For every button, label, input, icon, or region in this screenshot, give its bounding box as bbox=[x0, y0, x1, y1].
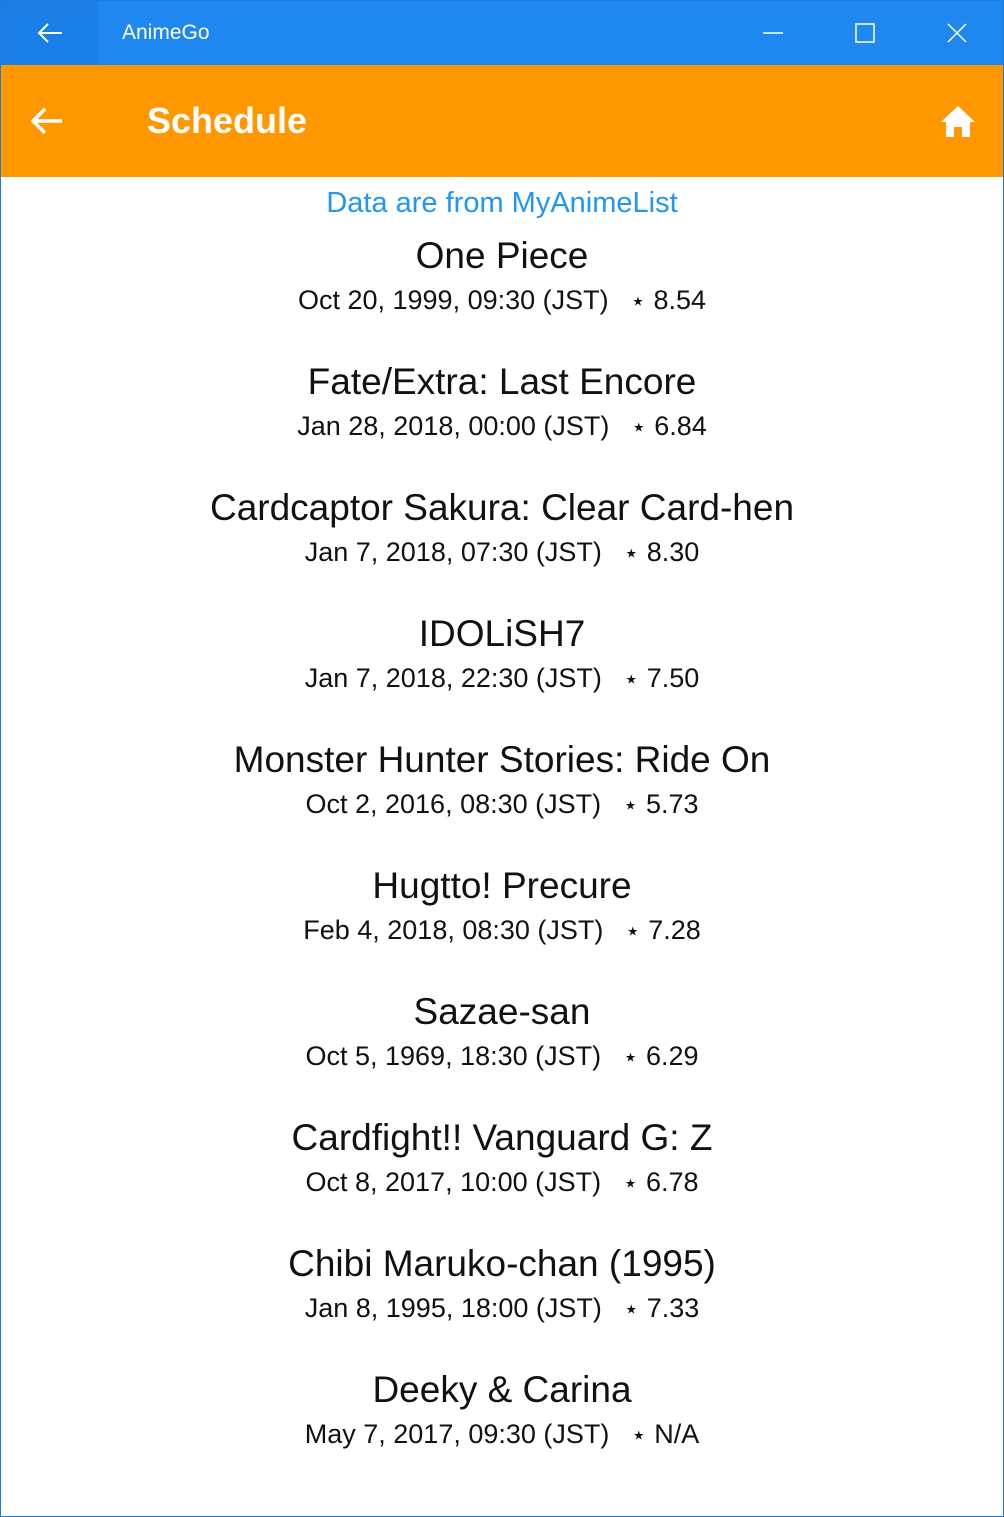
anime-meta: Jan 28, 2018, 00:00 (JST) ⭑ 6.84 bbox=[1, 407, 1003, 446]
maximize-button[interactable] bbox=[819, 1, 911, 65]
window-back-button[interactable] bbox=[1, 1, 98, 65]
score: 7.50 bbox=[646, 663, 700, 693]
back-arrow-icon bbox=[37, 23, 62, 43]
app-window: AnimeGo Schedule Data are from MyAnimeLi… bbox=[0, 0, 1004, 1517]
anime-meta: Feb 4, 2018, 08:30 (JST) ⭑ 7.28 bbox=[1, 911, 1003, 950]
list-item[interactable]: Cardfight!! Vanguard G: Z Oct 8, 2017, 10… bbox=[1, 1113, 1003, 1239]
close-icon bbox=[947, 23, 967, 43]
anime-title: Cardfight!! Vanguard G: Z bbox=[291, 1117, 713, 1158]
score: 8.30 bbox=[646, 537, 700, 567]
star-icon: ⭑ bbox=[633, 1424, 645, 1446]
minimize-button[interactable] bbox=[727, 1, 819, 65]
anime-meta: Oct 8, 2017, 10:00 (JST) ⭑ 6.78 bbox=[1, 1163, 1003, 1202]
title-bar: AnimeGo bbox=[1, 1, 1003, 65]
anime-meta: Oct 5, 1969, 18:30 (JST) ⭑ 6.29 bbox=[1, 1037, 1003, 1076]
star-icon: ⭑ bbox=[625, 1172, 636, 1194]
list-item[interactable]: Monster Hunter Stories: Ride On Oct 2, 20… bbox=[1, 735, 1003, 861]
list-item[interactable]: IDOLiSH7 Jan 7, 2018, 22:30 (JST) ⭑ 7.50 bbox=[1, 609, 1003, 735]
anime-meta: Oct 2, 2016, 08:30 (JST) ⭑ 5.73 bbox=[1, 785, 1003, 824]
home-button[interactable] bbox=[913, 65, 1003, 177]
air-date: Jan 8, 1995, 18:00 (JST) bbox=[304, 1293, 602, 1323]
list-item[interactable]: Fate/Extra: Last Encore Jan 28, 2018, 00:… bbox=[1, 357, 1003, 483]
source-link[interactable]: Data are from MyAnimeList bbox=[1, 185, 1003, 221]
app-bar: Schedule bbox=[1, 65, 1003, 177]
air-date: May 7, 2017, 09:30 (JST) bbox=[304, 1419, 610, 1449]
list-item[interactable]: Sazae-san Oct 5, 1969, 18:30 (JST) ⭑ 6.29 bbox=[1, 987, 1003, 1113]
anime-title: One Piece bbox=[415, 235, 589, 276]
anime-title: Sazae-san bbox=[413, 991, 591, 1032]
home-icon bbox=[941, 106, 975, 137]
air-date: Feb 4, 2018, 08:30 (JST) bbox=[303, 915, 604, 945]
score: 6.84 bbox=[654, 411, 707, 441]
minimize-icon bbox=[763, 32, 783, 34]
schedule-list: One Piece Oct 20, 1999, 09:30 (JST) ⭑ 8.54 F… bbox=[1, 231, 1003, 1491]
air-date: Oct 8, 2017, 10:00 (JST) bbox=[305, 1167, 602, 1197]
window-controls bbox=[727, 1, 1003, 65]
anime-meta: May 7, 2017, 09:30 (JST) ⭑ N/A bbox=[1, 1415, 1003, 1454]
anime-title: Hugtto! Precure bbox=[372, 865, 632, 906]
list-item[interactable]: Cardcaptor Sakura: Clear Card-hen Jan 7, … bbox=[1, 483, 1003, 609]
back-arrow-icon bbox=[30, 107, 62, 135]
list-item[interactable]: Hugtto! Precure Feb 4, 2018, 08:30 (JST) ⭑… bbox=[1, 861, 1003, 987]
window-title: AnimeGo bbox=[122, 21, 210, 44]
star-icon: ⭑ bbox=[625, 542, 637, 564]
anime-meta: Jan 8, 1995, 18:00 (JST) ⭑ 7.33 bbox=[1, 1289, 1003, 1328]
score: 8.54 bbox=[653, 285, 707, 315]
anime-title: Chibi Maruko-chan (1995) bbox=[288, 1243, 716, 1284]
score: 5.73 bbox=[645, 789, 699, 819]
anime-title: Fate/Extra: Last Encore bbox=[307, 361, 697, 402]
star-icon: ⭑ bbox=[625, 668, 637, 690]
back-button[interactable] bbox=[1, 65, 93, 177]
list-item[interactable]: One Piece Oct 20, 1999, 09:30 (JST) ⭑ 8.54 bbox=[1, 231, 1003, 357]
air-date: Oct 5, 1969, 18:30 (JST) bbox=[305, 1041, 602, 1071]
air-date: Jan 7, 2018, 07:30 (JST) bbox=[304, 537, 602, 567]
anime-meta: Oct 20, 1999, 09:30 (JST) ⭑ 8.54 bbox=[1, 281, 1003, 320]
air-date: Jan 28, 2018, 00:00 (JST) bbox=[297, 411, 610, 441]
air-date: Oct 20, 1999, 09:30 (JST) bbox=[297, 285, 609, 315]
anime-title: Deeky & Carina bbox=[372, 1369, 632, 1410]
anime-meta: Jan 7, 2018, 07:30 (JST) ⭑ 8.30 bbox=[1, 533, 1003, 572]
score: 7.28 bbox=[648, 915, 701, 945]
close-button[interactable] bbox=[911, 1, 1003, 65]
air-date: Jan 7, 2018, 22:30 (JST) bbox=[304, 663, 602, 693]
anime-title: Monster Hunter Stories: Ride On bbox=[233, 739, 771, 780]
anime-meta: Jan 7, 2018, 22:30 (JST) ⭑ 7.50 bbox=[1, 659, 1003, 698]
score: 7.33 bbox=[646, 1293, 700, 1323]
air-date: Oct 2, 2016, 08:30 (JST) bbox=[305, 789, 602, 819]
star-icon: ⭑ bbox=[625, 794, 636, 816]
star-icon: ⭑ bbox=[627, 920, 639, 942]
list-item[interactable]: Deeky & Carina May 7, 2017, 09:30 (JST) ⭑ N… bbox=[1, 1365, 1003, 1491]
star-icon: ⭑ bbox=[625, 1298, 637, 1320]
page-title: Schedule bbox=[147, 100, 308, 141]
maximize-icon bbox=[855, 23, 875, 43]
score: 6.29 bbox=[645, 1041, 699, 1071]
star-icon: ⭑ bbox=[632, 290, 644, 312]
star-icon: ⭑ bbox=[633, 416, 645, 438]
schedule-content: Data are from MyAnimeList One Piece Oct 2… bbox=[1, 177, 1003, 1516]
list-item[interactable]: Chibi Maruko-chan (1995) Jan 8, 1995, 18:… bbox=[1, 1239, 1003, 1365]
score: 6.78 bbox=[645, 1167, 699, 1197]
star-icon: ⭑ bbox=[625, 1046, 636, 1068]
score: N/A bbox=[654, 1419, 700, 1449]
anime-title: IDOLiSH7 bbox=[418, 613, 586, 654]
anime-title: Cardcaptor Sakura: Clear Card-hen bbox=[209, 487, 795, 528]
